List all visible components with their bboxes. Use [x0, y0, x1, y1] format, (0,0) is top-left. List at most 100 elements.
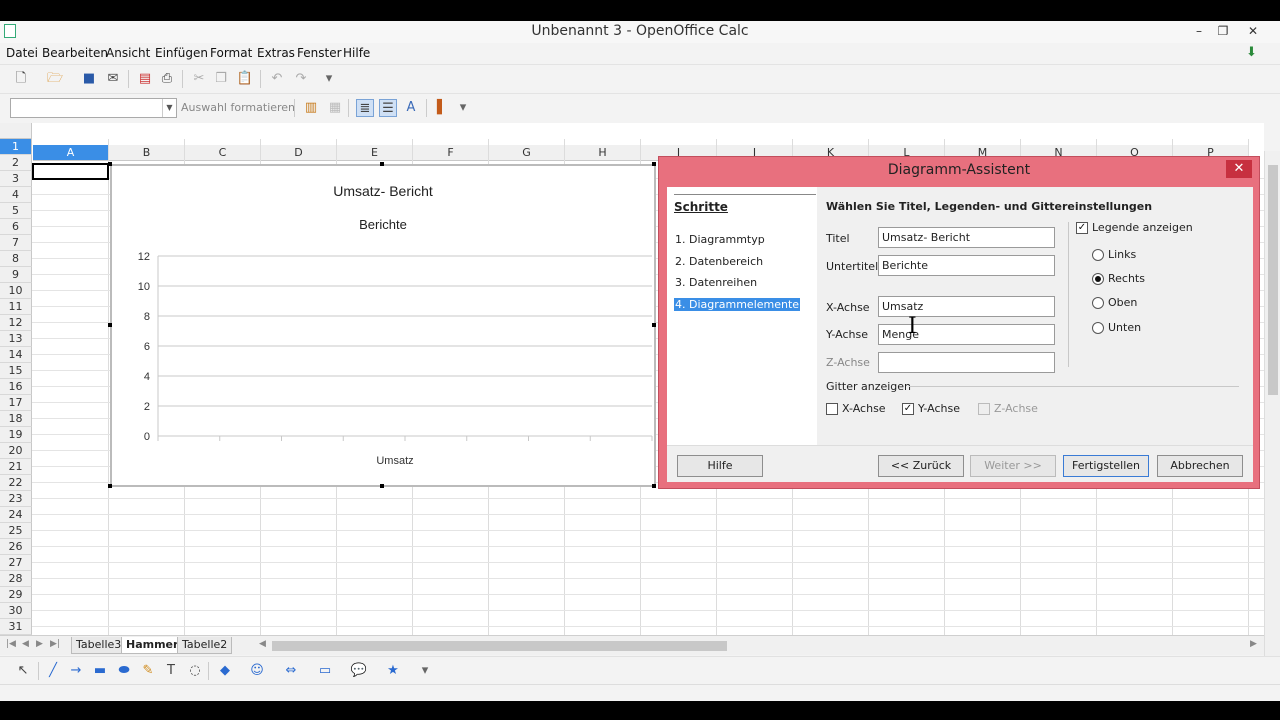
basic-shapes-icon[interactable]: ◆ — [216, 662, 234, 680]
row-header-5[interactable]: 5 — [0, 203, 32, 219]
step-datenbereich[interactable]: 2. Datenbereich — [674, 255, 764, 268]
stars-icon[interactable]: ★ — [384, 662, 402, 680]
grid-x-checkbox[interactable] — [826, 403, 838, 415]
new-document-icon[interactable]: 🗋 — [12, 70, 30, 88]
column-header-E[interactable]: E — [337, 145, 413, 161]
untertitel-input[interactable] — [878, 255, 1055, 276]
help-button[interactable]: Hilfe — [677, 455, 763, 477]
row-header-14[interactable]: 14 — [0, 347, 32, 363]
menu-datei[interactable]: Datei — [6, 46, 38, 60]
vertical-scroll-thumb[interactable] — [1268, 165, 1278, 395]
column-header-A[interactable]: A — [33, 145, 109, 161]
row-header-30[interactable]: 30 — [0, 603, 32, 619]
scale-text-icon[interactable]: A — [402, 99, 420, 117]
legend-links-radio[interactable] — [1092, 249, 1104, 261]
sheet-tab-active[interactable]: Hammer — [121, 637, 184, 654]
resize-handle[interactable] — [652, 162, 656, 166]
row-header-10[interactable]: 10 — [0, 283, 32, 299]
arrow-line-icon[interactable]: → — [67, 662, 85, 680]
back-button[interactable]: << Zurück — [878, 455, 964, 477]
save-icon[interactable]: ■ — [80, 70, 98, 88]
line-icon[interactable]: ╱ — [44, 662, 62, 680]
row-header-27[interactable]: 27 — [0, 555, 32, 571]
minimize-button[interactable]: – — [1186, 21, 1212, 41]
resize-handle[interactable] — [652, 484, 656, 488]
row-header-16[interactable]: 16 — [0, 379, 32, 395]
column-header-D[interactable]: D — [261, 145, 337, 161]
menu-fenster[interactable]: Fenster — [297, 46, 342, 60]
row-header-13[interactable]: 13 — [0, 331, 32, 347]
active-cell-A1[interactable] — [32, 163, 109, 180]
close-dialog-button[interactable]: ✕ — [1226, 160, 1252, 178]
finish-button[interactable]: Fertigstellen — [1063, 455, 1149, 477]
chevron-down-icon[interactable]: ▼ — [162, 99, 176, 117]
step-diagrammtyp[interactable]: 1. Diagrammtyp — [674, 233, 766, 246]
cut-icon[interactable]: ✂ — [190, 70, 208, 88]
row-header-7[interactable]: 7 — [0, 235, 32, 251]
row-header-20[interactable]: 20 — [0, 443, 32, 459]
redo-icon[interactable]: ↷ — [292, 70, 310, 88]
open-folder-icon[interactable]: 🗁 — [46, 70, 64, 88]
export-pdf-icon[interactable]: ▤ — [136, 70, 154, 88]
legend-rechts-radio[interactable] — [1092, 273, 1104, 285]
column-header-C[interactable]: C — [185, 145, 261, 161]
horizontal-grid-toggle-icon[interactable]: ≣ — [356, 99, 374, 117]
row-header-23[interactable]: 23 — [0, 491, 32, 507]
toolbar-overflow-icon[interactable]: ▾ — [420, 662, 430, 680]
menu-einfuegen[interactable]: Einfügen — [155, 46, 208, 60]
column-header-B[interactable]: B — [109, 145, 185, 161]
chart-type-icon[interactable]: ▥ — [302, 99, 320, 117]
block-arrows-icon[interactable]: ⇔ — [282, 662, 300, 680]
freeform-icon[interactable]: ✎ — [139, 662, 157, 680]
grid-y-checkbox[interactable]: ✓ — [902, 403, 914, 415]
close-window-button[interactable]: ✕ — [1240, 21, 1266, 41]
row-header-24[interactable]: 24 — [0, 507, 32, 523]
row-header-6[interactable]: 6 — [0, 219, 32, 235]
row-header-21[interactable]: 21 — [0, 459, 32, 475]
menu-ansicht[interactable]: Ansicht — [106, 46, 150, 60]
horizontal-scroll-thumb[interactable] — [272, 641, 727, 651]
prev-sheet-icon[interactable]: ◀ — [22, 639, 29, 649]
xachse-input[interactable] — [878, 296, 1055, 317]
legend-oben-radio[interactable] — [1092, 297, 1104, 309]
row-header-18[interactable]: 18 — [0, 411, 32, 427]
print-icon[interactable]: ⎙ — [158, 70, 176, 88]
row-header-19[interactable]: 19 — [0, 427, 32, 443]
scroll-right-icon[interactable]: ▶ — [1250, 639, 1257, 649]
last-sheet-icon[interactable]: ▶| — [50, 639, 60, 649]
toolbar-overflow-icon[interactable]: ▾ — [458, 99, 468, 117]
zachse-input[interactable] — [878, 352, 1055, 373]
first-sheet-icon[interactable]: |◀ — [6, 639, 16, 649]
next-sheet-icon[interactable]: ▶ — [36, 639, 43, 649]
yachse-input[interactable] — [878, 324, 1055, 345]
row-header-9[interactable]: 9 — [0, 267, 32, 283]
undo-icon[interactable]: ↶ — [268, 70, 286, 88]
legend-unten-radio[interactable] — [1092, 322, 1104, 334]
callouts-icon[interactable]: 💬 — [350, 662, 368, 680]
row-header-15[interactable]: 15 — [0, 363, 32, 379]
resize-handle[interactable] — [108, 484, 112, 488]
symbol-shapes-icon[interactable]: ☺ — [248, 662, 266, 680]
row-header-29[interactable]: 29 — [0, 587, 32, 603]
grid-z-checkbox[interactable] — [978, 403, 990, 415]
paste-icon[interactable]: 📋 — [236, 70, 254, 88]
column-header-H[interactable]: H — [565, 145, 641, 161]
titel-input[interactable] — [878, 227, 1055, 248]
menu-format[interactable]: Format — [210, 46, 252, 60]
row-header-17[interactable]: 17 — [0, 395, 32, 411]
menu-hilfe[interactable]: Hilfe — [343, 46, 370, 60]
flowchart-icon[interactable]: ▭ — [316, 662, 334, 680]
scroll-left-icon[interactable]: ◀ — [259, 639, 266, 649]
resize-handle[interactable] — [108, 162, 112, 166]
resize-handle[interactable] — [380, 484, 384, 488]
copy-icon[interactable]: ❐ — [212, 70, 230, 88]
column-header-F[interactable]: F — [413, 145, 489, 161]
step-diagrammelemente[interactable]: 4. Diagrammelemente — [674, 298, 801, 311]
restore-button[interactable]: ❐ — [1210, 21, 1236, 41]
row-header-12[interactable]: 12 — [0, 315, 32, 331]
format-selection-button[interactable]: Auswahl formatieren — [181, 101, 295, 114]
vertical-scrollbar[interactable] — [1264, 151, 1280, 656]
chart-element-select[interactable]: ▼ — [10, 98, 177, 118]
resize-handle[interactable] — [380, 162, 384, 166]
row-header-3[interactable]: 3 — [0, 171, 32, 187]
